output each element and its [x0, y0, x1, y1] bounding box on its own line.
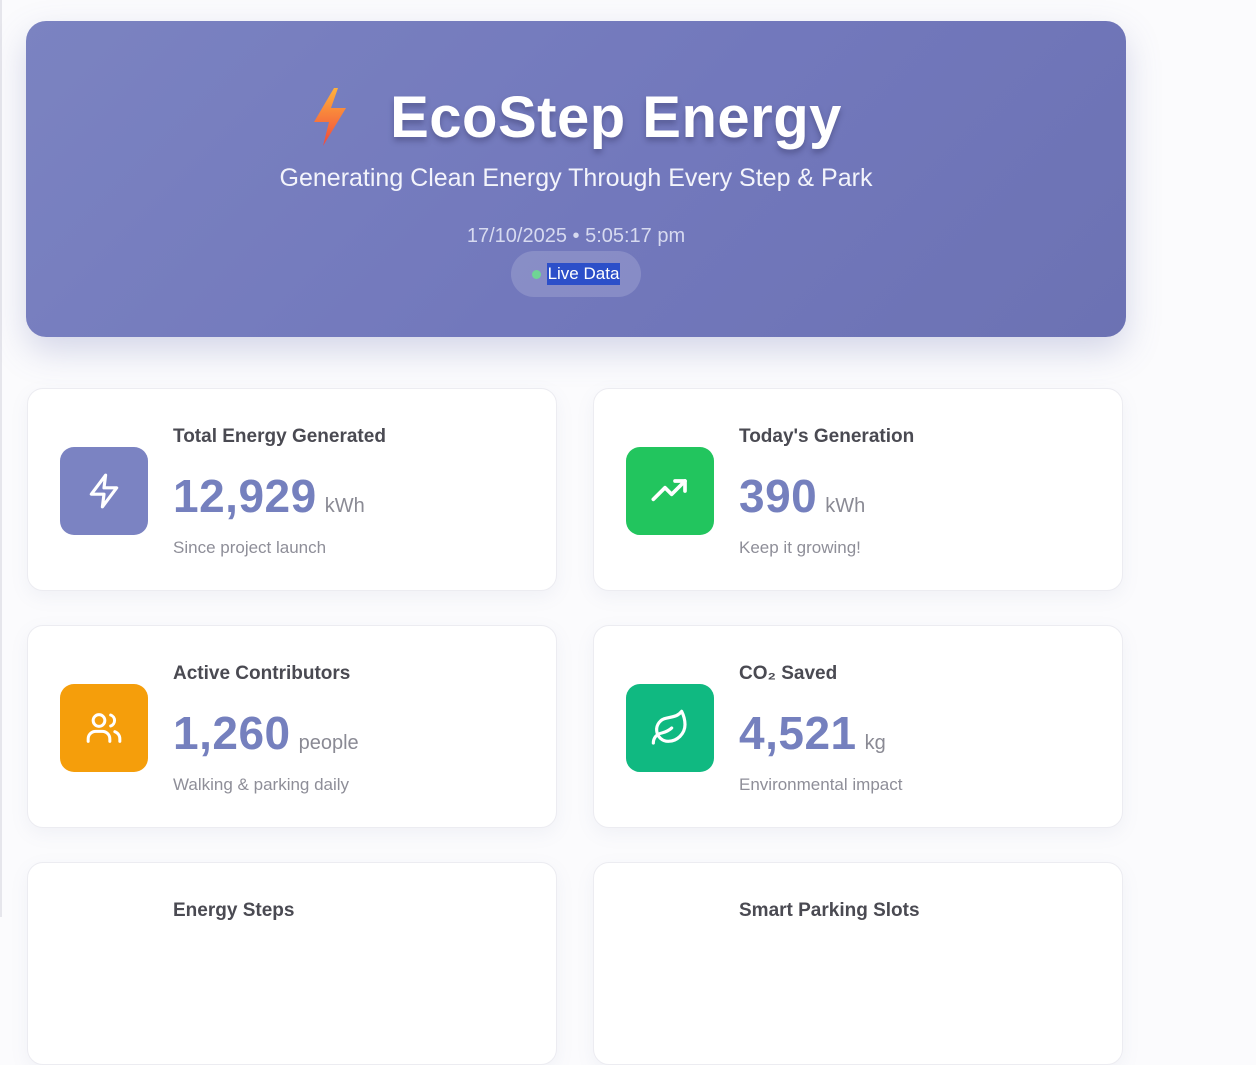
stat-label: Smart Parking Slots [739, 900, 920, 921]
stat-subtext: Since project launch [173, 538, 327, 557]
stat-label: Today's Generation [739, 426, 915, 447]
stat-subtext: Keep it growing! [739, 538, 861, 557]
stat-unit: kWh [324, 495, 365, 517]
stat-value: 12,929 [173, 470, 317, 522]
current-datetime: 17/10/2025 • 5:05:17 pm [466, 225, 686, 247]
stat-card-total-energy: Total Energy Generated 12,929 kWh Since … [27, 388, 557, 591]
stat-value-row: 4,521 kg [739, 706, 886, 760]
bolt-icon [60, 447, 148, 535]
stat-subtext: Walking & parking daily [173, 775, 350, 794]
hero-title-row: EcoStep Energy [26, 79, 1126, 155]
stat-unit: people [298, 732, 359, 754]
stat-value-row: 390 kWh [739, 469, 865, 523]
stat-label: Total Energy Generated [173, 426, 386, 447]
stat-value-row: 1,260 people [173, 706, 359, 760]
trending-up-icon [626, 447, 714, 535]
stat-label: CO₂ Saved [739, 663, 838, 684]
stat-card-energy-steps: Energy Steps [27, 862, 557, 1065]
stat-value: 4,521 [739, 707, 857, 759]
live-data-badge: Live Data [511, 251, 641, 297]
live-status-dot [531, 269, 541, 279]
leaf-icon [626, 684, 714, 772]
app-subtitle: Generating Clean Energy Through Every St… [279, 164, 873, 192]
page-edge [0, 0, 2, 917]
stat-subtext: Environmental impact [739, 775, 903, 794]
stat-label: Active Contributors [173, 663, 351, 684]
stat-unit: kWh [825, 495, 866, 517]
stat-card-smart-parking: Smart Parking Slots [593, 862, 1123, 1065]
app-title: EcoStep Energy [390, 84, 842, 150]
lightning-bolt-icon [314, 88, 347, 146]
live-data-label: Live Data [546, 263, 621, 285]
users-icon [60, 684, 148, 772]
stat-card-today-generation: Today's Generation 390 kWh Keep it growi… [593, 388, 1123, 591]
stat-value: 1,260 [173, 707, 291, 759]
hero-banner: EcoStep Energy Generating Clean Energy T… [26, 21, 1126, 337]
stat-value: 390 [739, 470, 818, 522]
stat-label: Energy Steps [173, 900, 295, 921]
stat-unit: kg [864, 732, 886, 754]
stat-value-row: 12,929 kWh [173, 469, 365, 523]
stat-card-co2-saved: CO₂ Saved 4,521 kg Environmental impact [593, 625, 1123, 828]
stat-card-active-contributors: Active Contributors 1,260 people Walking… [27, 625, 557, 828]
